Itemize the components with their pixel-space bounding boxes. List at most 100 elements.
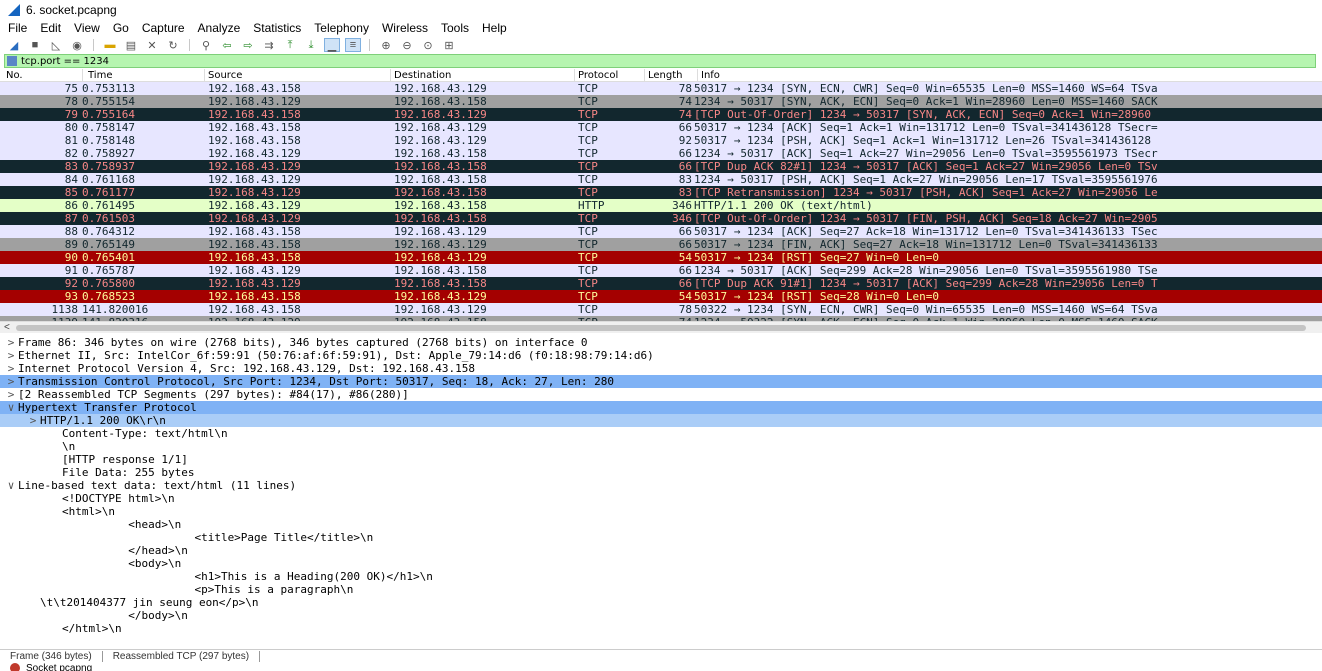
detail-tree-item[interactable]: <body>\n	[0, 557, 1322, 570]
tab-reassembled-bytes[interactable]: Reassembled TCP (297 bytes)	[103, 651, 261, 662]
packet-row[interactable]: 92 0.765800 192.168.43.129 192.168.43.158 TC…	[0, 277, 1322, 290]
detail-tree-item[interactable]: Content-Type: text/html\n	[0, 427, 1322, 440]
menu-statistics[interactable]: Statistics	[253, 21, 301, 35]
collapse-arrow-icon[interactable]: ∨	[4, 479, 18, 492]
packet-number: 78	[64, 95, 78, 108]
detail-tree-item[interactable]: <title>Page Title</title>\n	[0, 531, 1322, 544]
packet-length: 54	[678, 290, 692, 303]
go-back-icon[interactable]: ⇦	[219, 38, 235, 52]
menu-analyze[interactable]: Analyze	[198, 21, 241, 35]
go-to-packet-icon[interactable]: ⇉	[261, 38, 277, 52]
detail-tree-item[interactable]: <h1>This is a Heading(200 OK)</h1>\n	[0, 570, 1322, 583]
auto-scroll-icon[interactable]: ▁	[324, 38, 340, 52]
packet-row[interactable]: 82 0.758927 192.168.43.129 192.168.43.158 TC…	[0, 147, 1322, 160]
detail-tree-item[interactable]: </html>\n	[0, 622, 1322, 635]
expand-arrow-icon[interactable]: >	[4, 388, 18, 401]
packet-row[interactable]: 87 0.761503 192.168.43.129 192.168.43.158 TC…	[0, 212, 1322, 225]
packet-row[interactable]: 85 0.761177 192.168.43.129 192.168.43.158 TC…	[0, 186, 1322, 199]
bookmark-icon[interactable]	[7, 56, 17, 66]
column-header-protocol[interactable]: Protocol	[578, 69, 618, 82]
display-filter-bar[interactable]: tcp.port == 1234	[4, 54, 1316, 68]
expand-arrow-icon[interactable]: >	[4, 362, 18, 375]
column-header-no[interactable]: No.	[6, 69, 23, 82]
detail-tree-item[interactable]: > Ethernet II, Src: IntelCor_6f:59:91 (50…	[0, 349, 1322, 362]
stop-capture-icon[interactable]: ■	[27, 38, 43, 52]
scrollbar-thumb[interactable]	[16, 325, 1306, 331]
close-file-icon[interactable]: ✕	[144, 38, 160, 52]
detail-tree-item[interactable]: ∨ Hypertext Transfer Protocol	[0, 401, 1322, 414]
menu-tools[interactable]: Tools	[441, 21, 469, 35]
detail-tree-item[interactable]: File Data: 255 bytes	[0, 466, 1322, 479]
column-header-info[interactable]: Info	[701, 69, 720, 82]
packet-row[interactable]: 78 0.755154 192.168.43.129 192.168.43.158 TC…	[0, 95, 1322, 108]
packet-row[interactable]: 1138 141.820016 192.168.43.158 192.168.43.1…	[0, 303, 1322, 316]
detail-tree-item[interactable]: > HTTP/1.1 200 OK\r\n	[0, 414, 1322, 427]
detail-tree-item[interactable]: \n	[0, 440, 1322, 453]
reload-file-icon[interactable]: ↻	[165, 38, 181, 52]
packet-row[interactable]: 89 0.765149 192.168.43.158 192.168.43.129 TC…	[0, 238, 1322, 251]
detail-tree-item[interactable]: <!DOCTYPE html>\n	[0, 492, 1322, 505]
menu-edit[interactable]: Edit	[40, 21, 61, 35]
packet-row[interactable]: 91 0.765787 192.168.43.129 192.168.43.158 TC…	[0, 264, 1322, 277]
menu-view[interactable]: View	[74, 21, 100, 35]
packet-row[interactable]: 88 0.764312 192.168.43.158 192.168.43.129 TC…	[0, 225, 1322, 238]
menu-telephony[interactable]: Telephony	[314, 21, 369, 35]
start-capture-icon[interactable]: ◢	[6, 38, 22, 52]
menu-capture[interactable]: Capture	[142, 21, 185, 35]
detail-tree-item[interactable]: <head>\n	[0, 518, 1322, 531]
collapse-arrow-icon[interactable]: ∨	[4, 401, 18, 414]
display-filter-input[interactable]: tcp.port == 1234	[21, 56, 109, 67]
column-header-source[interactable]: Source	[208, 69, 242, 82]
detail-text: Line-based text data: text/html (11 line…	[18, 479, 297, 492]
packet-row[interactable]: 83 0.758937 192.168.43.129 192.168.43.158 TC…	[0, 160, 1322, 173]
packet-row[interactable]: 75 0.753113 192.168.43.158 192.168.43.129 TC…	[0, 82, 1322, 95]
go-forward-icon[interactable]: ⇨	[240, 38, 256, 52]
expert-info-icon[interactable]	[10, 663, 20, 671]
menu-wireless[interactable]: Wireless	[382, 21, 428, 35]
packet-length: 346	[672, 212, 692, 225]
detail-tree-item[interactable]: </head>\n	[0, 544, 1322, 557]
go-last-packet-icon[interactable]: ⤓	[303, 38, 319, 52]
packet-list-horizontal-scrollbar[interactable]: <	[0, 321, 1322, 333]
zoom-in-icon[interactable]: ⊕	[378, 38, 394, 52]
restart-capture-icon[interactable]: ◺	[48, 38, 64, 52]
expand-arrow-icon[interactable]: >	[4, 375, 18, 388]
save-file-icon[interactable]: ▤	[123, 38, 139, 52]
detail-tree-item[interactable]: > Internet Protocol Version 4, Src: 192.1…	[0, 362, 1322, 375]
packet-row[interactable]: 86 0.761495 192.168.43.129 192.168.43.158 HT…	[0, 199, 1322, 212]
detail-tree-item[interactable]: > [2 Reassembled TCP Segments (297 bytes)…	[0, 388, 1322, 401]
detail-tree-item[interactable]: <html>\n	[0, 505, 1322, 518]
detail-tree-item[interactable]: [HTTP response 1/1]	[0, 453, 1322, 466]
detail-tree-item[interactable]: <p>This is a paragraph\n	[0, 583, 1322, 596]
menu-file[interactable]: File	[8, 21, 27, 35]
tab-frame-bytes[interactable]: Frame (346 bytes)	[0, 651, 103, 662]
colorize-icon[interactable]: ≡	[345, 38, 361, 52]
column-header-time[interactable]: Time	[88, 69, 112, 82]
open-file-icon[interactable]: ▬	[102, 38, 118, 52]
packet-row[interactable]: 79 0.755164 192.168.43.158 192.168.43.129 TC…	[0, 108, 1322, 121]
detail-tree-item[interactable]: > Transmission Control Protocol, Src Port…	[0, 375, 1322, 388]
menu-go[interactable]: Go	[113, 21, 129, 35]
packet-row[interactable]: 81 0.758148 192.168.43.158 192.168.43.129 TC…	[0, 134, 1322, 147]
capture-options-icon[interactable]: ◉	[69, 38, 85, 52]
detail-tree-item[interactable]: ∨ Line-based text data: text/html (11 lin…	[0, 479, 1322, 492]
go-first-packet-icon[interactable]: ⤒	[282, 38, 298, 52]
detail-tree-item[interactable]: </body>\n	[0, 609, 1322, 622]
packet-row[interactable]: 84 0.761168 192.168.43.129 192.168.43.158 TC…	[0, 173, 1322, 186]
resize-columns-icon[interactable]: ⊞	[441, 38, 457, 52]
menu-help[interactable]: Help	[482, 21, 507, 35]
scroll-left-icon[interactable]: <	[4, 322, 10, 334]
packet-row[interactable]: 80 0.758147 192.168.43.158 192.168.43.129 TC…	[0, 121, 1322, 134]
zoom-out-icon[interactable]: ⊖	[399, 38, 415, 52]
column-header-destination[interactable]: Destination	[394, 69, 451, 82]
packet-row[interactable]: 93 0.768523 192.168.43.158 192.168.43.129 TC…	[0, 290, 1322, 303]
detail-tree-item[interactable]: > Frame 86: 346 bytes on wire (2768 bits)…	[0, 336, 1322, 349]
expand-arrow-icon[interactable]: >	[26, 414, 40, 427]
column-header-length[interactable]: Length	[648, 69, 683, 82]
detail-tree-item[interactable]: \t\t201404377 jin seung eon</p>\n	[0, 596, 1322, 609]
expand-arrow-icon[interactable]: >	[4, 349, 18, 362]
expand-arrow-icon[interactable]: >	[4, 336, 18, 349]
find-packet-icon[interactable]: ⚲	[198, 38, 214, 52]
zoom-normal-icon[interactable]: ⊙	[420, 38, 436, 52]
packet-row[interactable]: 90 0.765401 192.168.43.158 192.168.43.129 TC…	[0, 251, 1322, 264]
